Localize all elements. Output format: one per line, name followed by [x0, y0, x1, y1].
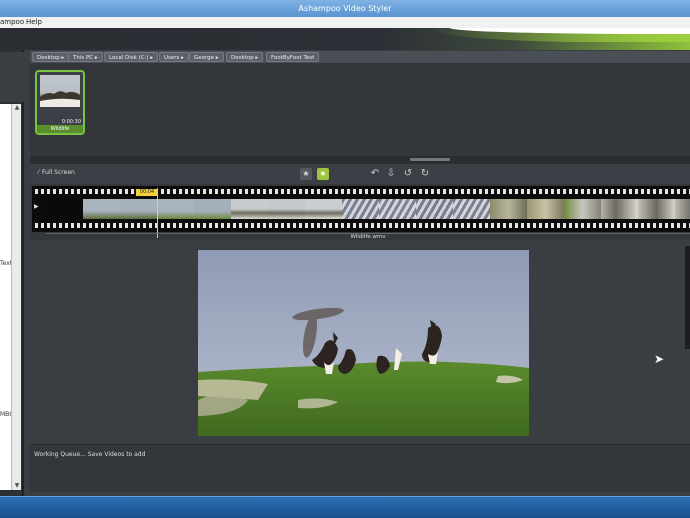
rotate-left-icon[interactable]: ↶: [369, 168, 381, 180]
film-perforation-top: [32, 189, 690, 194]
breadcrumb-item[interactable]: George ▸: [189, 52, 224, 62]
menu-bar: ampoo Help: [0, 17, 690, 28]
menu-item-ampoo[interactable]: ampoo: [0, 17, 24, 28]
film-frame: [638, 199, 675, 219]
clip-thumbnail: [40, 75, 80, 107]
playhead-time: 00:04: [136, 189, 158, 196]
splitter-grip[interactable]: [410, 158, 450, 161]
scroll-up-icon[interactable]: ▲: [12, 104, 22, 112]
film-frame: [564, 199, 601, 219]
fullscreen-button[interactable]: ⁄ Full Screen: [38, 169, 75, 176]
header-band: [0, 28, 690, 50]
filmstrip[interactable]: [32, 186, 690, 232]
wand-icon: ⁄: [38, 169, 40, 176]
window-title: Ashampoo Video Styler: [298, 4, 392, 13]
redo-icon[interactable]: ↻: [419, 168, 431, 180]
media-browser: [30, 63, 690, 156]
film-frame: [601, 199, 638, 219]
download-icon[interactable]: ⇩: [385, 168, 397, 180]
film-frame: [83, 199, 120, 219]
preview-scrollbar[interactable]: [685, 246, 690, 349]
taskbar: [0, 496, 690, 518]
clip-card[interactable]: 0:00:30 Wildlife: [35, 70, 85, 135]
panel-splitter[interactable]: [30, 156, 690, 164]
film-frame: [194, 199, 231, 219]
video-preview[interactable]: [198, 250, 529, 436]
breadcrumb-item[interactable]: FootByFoot Test: [266, 52, 320, 62]
film-frame: [231, 199, 268, 219]
film-frame: [379, 199, 416, 219]
film-frame: [675, 199, 690, 219]
breadcrumb-item[interactable]: This PC ▸: [68, 52, 103, 62]
film-frame: [305, 199, 342, 219]
film-frame: [416, 199, 453, 219]
fullscreen-label: Full Screen: [42, 169, 75, 176]
left-scrollbar[interactable]: ▲ ▼: [11, 104, 21, 490]
menu-item-help[interactable]: Help: [26, 17, 42, 28]
left-panel-header: [0, 52, 24, 102]
breadcrumb-item[interactable]: Local Disk (C:) ▸: [104, 52, 159, 62]
status-bar: Working Queue... Save Videos to add: [30, 444, 690, 492]
folder-tree[interactable]: [0, 104, 11, 490]
star-icon: ★: [302, 169, 310, 178]
film-frame: [527, 199, 564, 219]
star-filled-icon: ★: [319, 169, 327, 178]
film-frame: [268, 199, 305, 219]
favorite-active-button[interactable]: ★: [317, 168, 329, 180]
film-frame: [120, 199, 157, 219]
breadcrumb: Desktop ▸ This PC ▸ Local Disk (C:) ▸ Us…: [30, 51, 690, 63]
mouse-cursor-icon: ➤: [654, 352, 665, 366]
breadcrumb-item[interactable]: Users ▸: [159, 52, 189, 62]
scroll-down-icon[interactable]: ▼: [12, 482, 22, 490]
status-text: Working Queue... Save Videos to add: [34, 451, 146, 458]
breadcrumb-item[interactable]: Desktop ▸: [226, 52, 264, 62]
undo-icon[interactable]: ↺: [402, 168, 414, 180]
play-arrow-icon[interactable]: ▶: [34, 203, 39, 210]
timeline-filename: Wildlife.wmv: [46, 233, 690, 240]
star-button[interactable]: ★: [300, 168, 312, 180]
title-bar: Ashampoo Video Styler: [0, 0, 690, 17]
clip-label: Wildlife: [37, 125, 83, 133]
film-frame: [46, 199, 83, 219]
film-frame: [453, 199, 490, 219]
timeline-toolbar: ⁄ Full Screen ★ ★ ↶ ⇩ ↺ ↻: [30, 164, 690, 184]
film-frame: [157, 199, 194, 219]
film-frame: [490, 199, 527, 219]
film-frame: [342, 199, 379, 219]
film-perforation-bottom: [32, 223, 690, 228]
breadcrumb-item[interactable]: Desktop ▸: [32, 52, 70, 62]
